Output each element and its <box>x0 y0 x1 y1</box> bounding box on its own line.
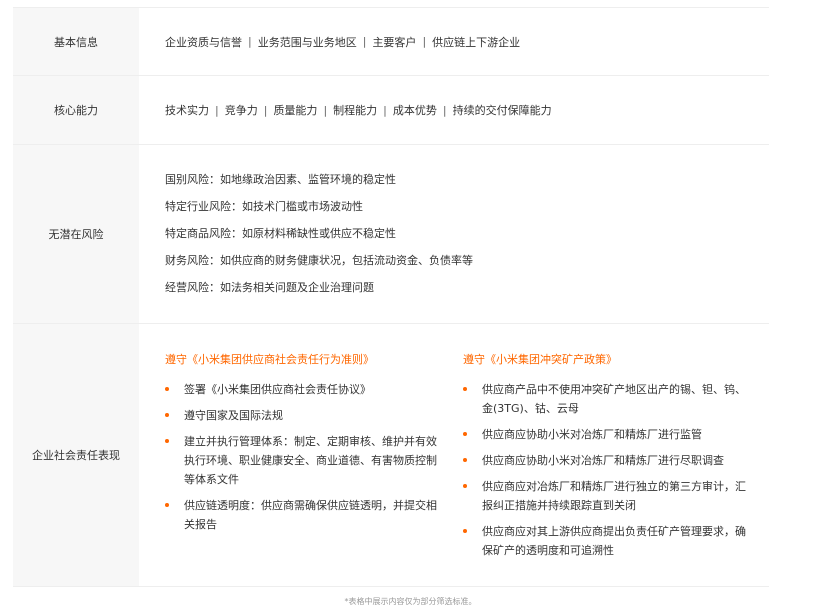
bullet-dot-icon <box>463 458 467 462</box>
list-item: 技术实力 <box>165 104 209 117</box>
bullet-item: 签署《小米集团供应商社会责任协议》 <box>165 380 445 399</box>
bullet-item: 建立并执行管理体系：制定、定期审核、维护并有效执行环境、职业健康安全、商业道德、… <box>165 432 445 489</box>
bullet-dot-icon <box>463 432 467 436</box>
risk-line: 特定行业风险：如技术门槛或市场波动性 <box>165 200 363 213</box>
separator: | <box>383 103 387 117</box>
csr-column-conflict-minerals: 遵守《小米集团冲突矿产政策》 供应商产品中不使用冲突矿产地区出产的锡、钽、钨、金… <box>463 351 753 586</box>
table-row-basic-info: 基本信息 企业资质与信誉 | 业务范围与业务地区 | 主要客户 | 供应链上下游… <box>13 8 769 76</box>
bullet-dot-icon <box>165 387 169 391</box>
list-item: 质量能力 <box>273 104 318 117</box>
bullet-dot-icon <box>463 529 467 533</box>
separator: | <box>442 103 447 117</box>
bullet-item: 遵守国家及国际法规 <box>165 406 445 425</box>
bullet-item: 供应商应协助小米对冶炼厂和精炼厂进行尽职调查 <box>463 451 753 470</box>
row-content: 遵守《小米集团供应商社会责任行为准则》 签署《小米集团供应商社会责任协议》 遵守… <box>139 324 769 586</box>
table-row-csr: 企业社会责任表现 遵守《小米集团供应商社会责任行为准则》 签署《小米集团供应商社… <box>13 324 769 587</box>
pipe-separated-list: 企业资质与信誉 | 业务范围与业务地区 | 主要客户 | 供应链上下游企业 <box>165 8 769 75</box>
row-label: 无潜在风险 <box>13 145 139 323</box>
bullet-dot-icon <box>165 439 169 443</box>
list-item: 供应链上下游企业 <box>432 35 521 49</box>
bullet-text: 供应商应协助小米对冶炼厂和精炼厂进行尽职调查 <box>482 454 724 467</box>
separator: | <box>362 35 367 48</box>
row-label: 核心能力 <box>13 76 139 144</box>
list-item: 成本优势 <box>392 104 437 117</box>
bullet-dot-icon <box>463 484 467 488</box>
list-item: 制程能力 <box>333 104 378 117</box>
risk-line: 经营风险：如法务相关问题及企业治理问题 <box>165 281 374 294</box>
bullet-list: 签署《小米集团供应商社会责任协议》 遵守国家及国际法规 建立并执行管理体系：制定… <box>165 380 445 534</box>
bullet-text: 建立并执行管理体系：制定、定期审核、维护并有效执行环境、职业健康安全、商业道德、… <box>184 435 437 486</box>
table-row-risk: 无潜在风险 国别风险：如地缘政治因素、监管环境的稳定性 特定行业风险：如技术门槛… <box>13 145 769 324</box>
row-content: 企业资质与信誉 | 业务范围与业务地区 | 主要客户 | 供应链上下游企业 <box>139 8 769 75</box>
criteria-table: 基本信息 企业资质与信誉 | 业务范围与业务地区 | 主要客户 | 供应链上下游… <box>13 7 769 587</box>
csr-column-conduct: 遵守《小米集团供应商社会责任行为准则》 签署《小米集团供应商社会责任协议》 遵守… <box>165 351 445 586</box>
bullet-text: 供应商产品中不使用冲突矿产地区出产的锡、钽、钨、金(3TG)、钴、云母 <box>482 383 746 415</box>
separator: | <box>215 103 219 117</box>
bullet-item: 供应商产品中不使用冲突矿产地区出产的锡、钽、钨、金(3TG)、钴、云母 <box>463 380 753 418</box>
risk-line: 特定商品风险：如原材料稀缺性或供应不稳定性 <box>165 227 396 240</box>
separator: | <box>263 103 268 117</box>
bullet-dot-icon <box>463 387 467 391</box>
bullet-text: 签署《小米集团供应商社会责任协议》 <box>184 383 371 396</box>
risk-line: 国别风险：如地缘政治因素、监管环境的稳定性 <box>165 173 396 186</box>
bullet-text: 供应商应对冶炼厂和精炼厂进行独立的第三方审计，汇报纠正措施并持续跟踪直到关闭 <box>482 480 746 512</box>
row-label: 基本信息 <box>13 8 139 75</box>
bullet-dot-icon <box>165 503 169 507</box>
row-label: 企业社会责任表现 <box>13 324 139 586</box>
table-row-core-capability: 核心能力 技术实力 | 竞争力 | 质量能力 | 制程能力 | 成本优势 | 持… <box>13 76 769 145</box>
separator: | <box>422 35 427 48</box>
row-content: 国别风险：如地缘政治因素、监管环境的稳定性 特定行业风险：如技术门槛或市场波动性… <box>139 145 769 323</box>
bullet-text: 遵守国家及国际法规 <box>184 409 283 422</box>
list-item: 主要客户 <box>372 35 417 49</box>
pipe-separated-list: 技术实力 | 竞争力 | 质量能力 | 制程能力 | 成本优势 | 持续的交付保… <box>165 76 769 144</box>
bullet-text: 供应链透明度：供应商需确保供应链透明，并提交相关报告 <box>184 499 437 531</box>
column-title: 遵守《小米集团冲突矿产政策》 <box>463 353 617 366</box>
separator: | <box>323 103 328 117</box>
bullet-item: 供应链透明度：供应商需确保供应链透明，并提交相关报告 <box>165 496 445 534</box>
bullet-item: 供应商应对冶炼厂和精炼厂进行独立的第三方审计，汇报纠正措施并持续跟踪直到关闭 <box>463 477 753 515</box>
list-item: 竞争力 <box>224 104 258 117</box>
bullet-text: 供应商应对其上游供应商提出负责任矿产管理要求，确保矿产的透明度和可追溯性 <box>482 525 746 557</box>
bullet-text: 供应商应协助小米对冶炼厂和精炼厂进行监管 <box>482 428 702 441</box>
bullet-item: 供应商应对其上游供应商提出负责任矿产管理要求，确保矿产的透明度和可追溯性 <box>463 522 753 560</box>
list-item: 企业资质与信誉 <box>165 35 242 49</box>
separator: | <box>248 35 252 48</box>
bullet-dot-icon <box>165 413 169 417</box>
list-item: 持续的交付保障能力 <box>452 104 552 117</box>
bullet-item: 供应商应协助小米对冶炼厂和精炼厂进行监管 <box>463 425 753 444</box>
bullet-list: 供应商产品中不使用冲突矿产地区出产的锡、钽、钨、金(3TG)、钴、云母 供应商应… <box>463 380 753 560</box>
row-content: 技术实力 | 竞争力 | 质量能力 | 制程能力 | 成本优势 | 持续的交付保… <box>139 76 769 144</box>
risk-line: 财务风险：如供应商的财务健康状况，包括流动资金、负债率等 <box>165 254 473 267</box>
footnote: *表格中展示内容仅为部分筛选标准。 <box>344 597 477 606</box>
list-item: 业务范围与业务地区 <box>257 35 357 49</box>
column-title: 遵守《小米集团供应商社会责任行为准则》 <box>165 353 374 366</box>
